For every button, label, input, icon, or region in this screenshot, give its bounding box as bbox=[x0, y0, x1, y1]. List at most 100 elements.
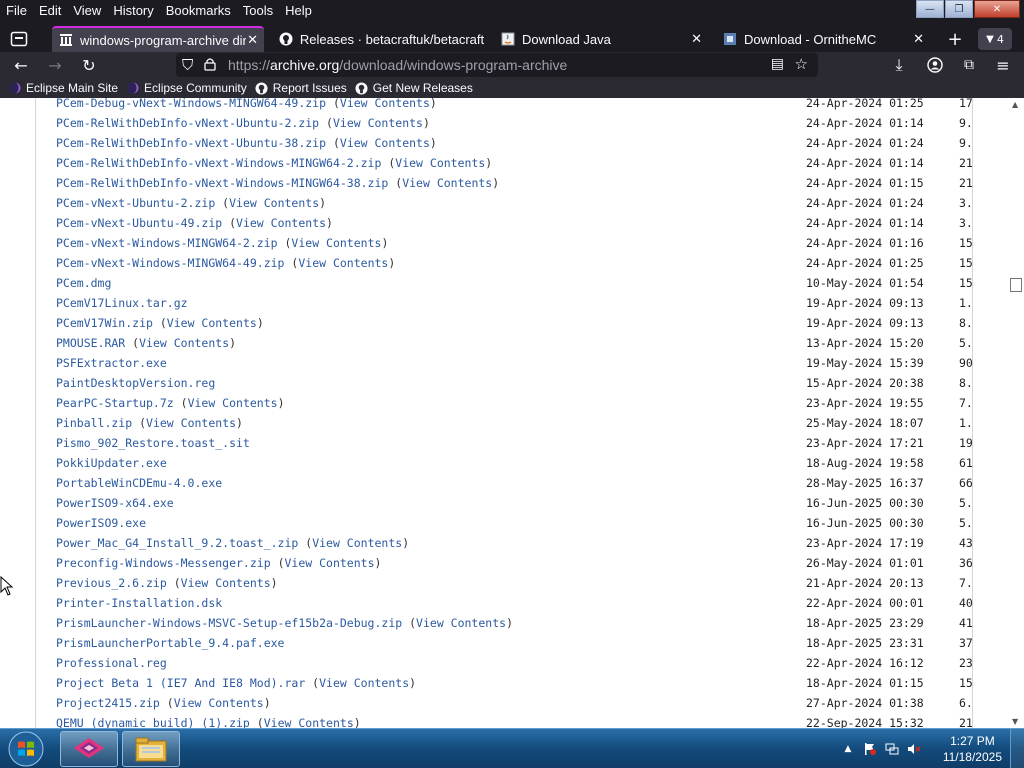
file-link[interactable]: Project Beta 1 (IE7 And IE8 Mod).rar bbox=[56, 676, 305, 690]
shield-icon[interactable]: ⛉ bbox=[182, 56, 193, 74]
menu-file[interactable]: File bbox=[0, 0, 33, 22]
file-link[interactable]: PCem-Debug-vNext-Windows-MINGW64-49.zip bbox=[56, 98, 326, 110]
bookmark-eclipse-main[interactable]: Eclipse Main Site bbox=[8, 81, 118, 95]
close-window-button[interactable]: ✕ bbox=[974, 0, 1020, 18]
file-link[interactable]: Pinball.zip bbox=[56, 416, 132, 430]
taskbar-eclipse-app[interactable] bbox=[60, 731, 118, 767]
file-link[interactable]: PCem-vNext-Windows-MINGW64-2.zip bbox=[56, 236, 278, 250]
bookmark-report-issues[interactable]: Report Issues bbox=[255, 81, 347, 95]
file-link[interactable]: PrismLauncherPortable_9.4.paf.exe bbox=[56, 636, 284, 650]
view-contents-link[interactable]: View Contents bbox=[395, 156, 485, 170]
file-link[interactable]: PCem-RelWithDebInfo-vNext-Windows-MINGW6… bbox=[56, 156, 381, 170]
menu-history[interactable]: History bbox=[107, 0, 159, 22]
file-link[interactable]: PCem-vNext-Windows-MINGW64-49.zip bbox=[56, 256, 284, 270]
file-link[interactable]: PokkiUpdater.exe bbox=[56, 456, 167, 470]
file-link[interactable]: Previous_2.6.zip bbox=[56, 576, 167, 590]
reload-button[interactable]: ↻ bbox=[78, 54, 100, 76]
tab-list-button[interactable]: ▼ 4 bbox=[978, 28, 1012, 50]
file-link[interactable]: Project2415.zip bbox=[56, 696, 160, 710]
file-link[interactable]: PortableWinCDEmu-4.0.exe bbox=[56, 476, 222, 490]
volume-muted-icon[interactable] bbox=[906, 741, 922, 757]
menu-edit[interactable]: Edit bbox=[33, 0, 67, 22]
file-link[interactable]: Preconfig-Windows-Messenger.zip bbox=[56, 556, 271, 570]
vertical-scrollbar[interactable]: ▲ ▼ bbox=[1008, 98, 1024, 728]
forward-button[interactable]: → bbox=[44, 54, 66, 76]
file-link[interactable]: PMOUSE.RAR bbox=[56, 336, 125, 350]
file-link[interactable]: PearPC-Startup.7z bbox=[56, 396, 174, 410]
view-contents-link[interactable]: View Contents bbox=[167, 316, 257, 330]
network-icon[interactable] bbox=[884, 741, 900, 757]
file-link[interactable]: Power_Mac_G4_Install_9.2.toast_.zip bbox=[56, 536, 298, 550]
menu-help[interactable]: Help bbox=[279, 0, 318, 22]
file-link[interactable]: PCem-vNext-Ubuntu-49.zip bbox=[56, 216, 222, 230]
tab-betacraft-releases[interactable]: Releases · betacraftuk/betacraft bbox=[272, 26, 486, 52]
tab-archive[interactable]: windows-program-archive dire ✕ bbox=[52, 26, 264, 52]
file-link[interactable]: PCemV17Linux.tar.gz bbox=[56, 296, 188, 310]
action-center-flag-icon[interactable] bbox=[862, 741, 878, 757]
view-contents-link[interactable]: View Contents bbox=[285, 556, 375, 570]
bookmark-eclipse-community[interactable]: Eclipse Community bbox=[126, 81, 247, 95]
file-link[interactable]: QEMU (dynamic build) (1).zip bbox=[56, 716, 250, 728]
close-tab-icon[interactable]: ✕ bbox=[247, 32, 258, 48]
lock-icon[interactable] bbox=[204, 57, 216, 74]
file-link[interactable]: PCem-RelWithDebInfo-vNext-Windows-MINGW6… bbox=[56, 176, 388, 190]
file-link[interactable]: PowerISO9.exe bbox=[56, 516, 146, 530]
downloads-button[interactable]: ⤓ bbox=[888, 54, 910, 76]
view-contents-link[interactable]: View Contents bbox=[236, 216, 326, 230]
view-contents-link[interactable]: View Contents bbox=[298, 256, 388, 270]
tab-ornithemc[interactable]: Download - OrnitheMC ✕ bbox=[716, 26, 930, 52]
new-tab-button[interactable]: + bbox=[942, 28, 968, 50]
view-contents-link[interactable]: View Contents bbox=[264, 716, 354, 728]
taskbar-explorer-app[interactable] bbox=[122, 731, 180, 767]
reader-view-icon[interactable]: ▤ bbox=[771, 56, 784, 72]
account-button[interactable] bbox=[924, 54, 946, 76]
view-contents-link[interactable]: View Contents bbox=[402, 176, 492, 190]
app-menu-button[interactable]: ≡ bbox=[992, 54, 1014, 76]
tab-download-java[interactable]: Download Java ✕ bbox=[494, 26, 708, 52]
url-text[interactable]: https://archive.org/download/windows-pro… bbox=[228, 57, 567, 73]
show-desktop-button[interactable] bbox=[1010, 729, 1024, 768]
file-link[interactable]: PowerISO9-x64.exe bbox=[56, 496, 174, 510]
scroll-down-arrow-icon[interactable]: ▼ bbox=[1012, 717, 1018, 726]
file-link[interactable]: PSFExtractor.exe bbox=[56, 356, 167, 370]
close-tab-icon[interactable]: ✕ bbox=[691, 31, 702, 47]
back-button[interactable]: ← bbox=[10, 54, 32, 76]
view-contents-link[interactable]: View Contents bbox=[319, 676, 409, 690]
file-link[interactable]: PaintDesktopVersion.reg bbox=[56, 376, 215, 390]
menu-bookmarks[interactable]: Bookmarks bbox=[160, 0, 237, 22]
file-link[interactable]: PCem-vNext-Ubuntu-2.zip bbox=[56, 196, 215, 210]
start-button[interactable] bbox=[4, 731, 48, 767]
file-link[interactable]: Printer-Installation.dsk bbox=[56, 596, 222, 610]
close-tab-icon[interactable]: ✕ bbox=[913, 31, 924, 47]
minimize-button[interactable]: — bbox=[916, 0, 944, 18]
file-link[interactable]: PCem.dmg bbox=[56, 276, 111, 290]
show-hidden-icons-icon[interactable]: ▲ bbox=[840, 741, 856, 757]
view-contents-link[interactable]: View Contents bbox=[340, 136, 430, 150]
file-link[interactable]: PCem-RelWithDebInfo-vNext-Ubuntu-38.zip bbox=[56, 136, 326, 150]
file-link[interactable]: PCem-RelWithDebInfo-vNext-Ubuntu-2.zip bbox=[56, 116, 319, 130]
view-contents-link[interactable]: View Contents bbox=[291, 236, 381, 250]
view-contents-link[interactable]: View Contents bbox=[340, 98, 430, 110]
bookmark-star-icon[interactable]: ☆ bbox=[795, 55, 808, 73]
bookmark-get-new-releases[interactable]: Get New Releases bbox=[355, 81, 473, 95]
view-contents-link[interactable]: View Contents bbox=[181, 576, 271, 590]
view-contents-link[interactable]: View Contents bbox=[188, 396, 278, 410]
clock[interactable]: 1:27 PM 11/18/2025 bbox=[943, 733, 1002, 765]
menu-view[interactable]: View bbox=[67, 0, 107, 22]
file-link[interactable]: Pismo_902_Restore.toast_.sit bbox=[56, 436, 250, 450]
file-link[interactable]: Professional.reg bbox=[56, 656, 167, 670]
view-contents-link[interactable]: View Contents bbox=[416, 616, 506, 630]
view-contents-link[interactable]: View Contents bbox=[312, 536, 402, 550]
file-link[interactable]: PCemV17Win.zip bbox=[56, 316, 153, 330]
maximize-button[interactable]: ❐ bbox=[945, 0, 973, 18]
scroll-up-arrow-icon[interactable]: ▲ bbox=[1012, 100, 1018, 109]
file-link[interactable]: PrismLauncher-Windows-MSVC-Setup-ef15b2a… bbox=[56, 616, 402, 630]
scroll-thumb[interactable] bbox=[1010, 278, 1022, 292]
view-contents-link[interactable]: View Contents bbox=[139, 336, 229, 350]
view-contents-link[interactable]: View Contents bbox=[333, 116, 423, 130]
extensions-button[interactable]: ⧉ bbox=[958, 54, 980, 76]
view-contents-link[interactable]: View Contents bbox=[229, 196, 319, 210]
view-contents-link[interactable]: View Contents bbox=[174, 696, 264, 710]
firefox-view-button[interactable] bbox=[6, 28, 32, 50]
url-bar[interactable]: ⛉ https://archive.org/download/windows-p… bbox=[176, 53, 818, 77]
